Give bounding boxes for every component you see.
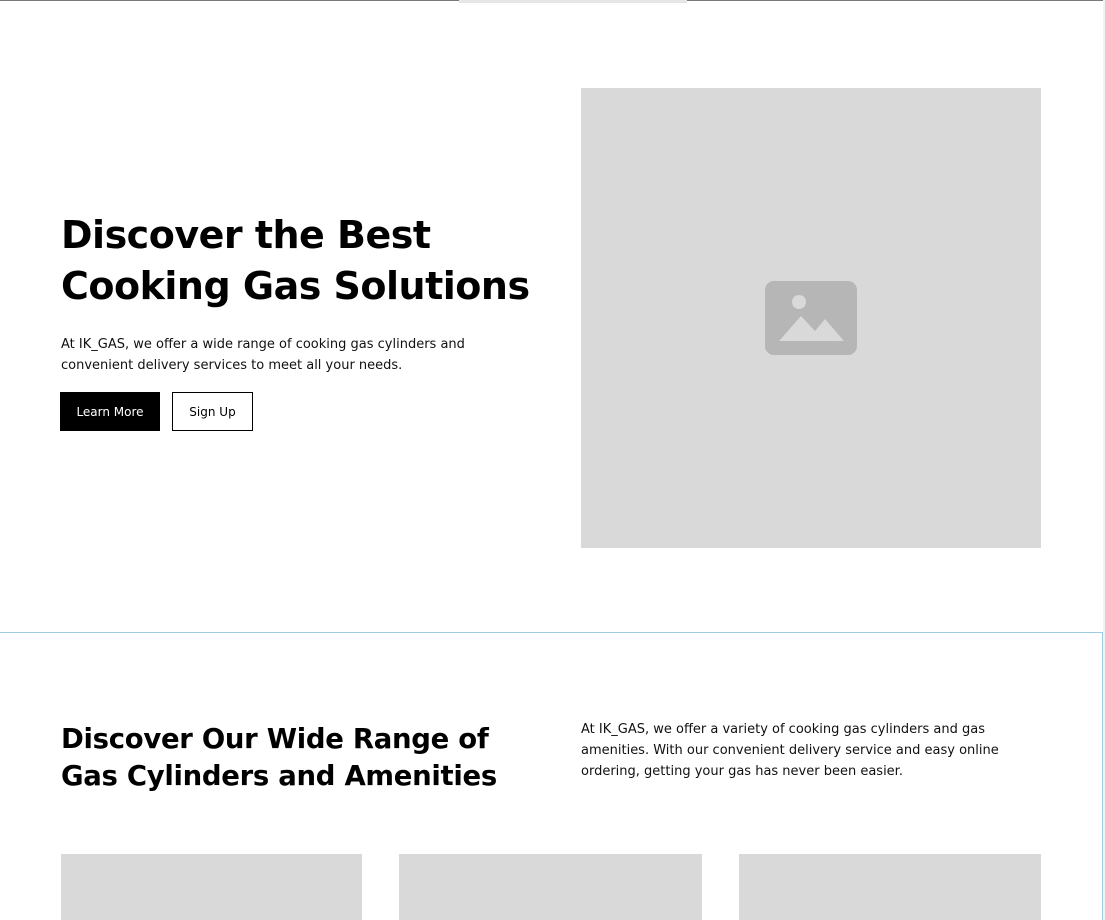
section-divider xyxy=(0,632,1103,633)
features-description: At IK_GAS, we offer a variety of cooking… xyxy=(581,722,999,779)
hero-text-block: Discover the Best Cooking Gas Solutions … xyxy=(61,210,541,376)
image-placeholder-icon xyxy=(765,281,857,355)
hero-section: Discover the Best Cooking Gas Solutions … xyxy=(0,0,1105,632)
feature-card-image-3 xyxy=(739,854,1041,920)
feature-card-image-2 xyxy=(399,854,702,920)
hero-title: Discover the Best Cooking Gas Solutions xyxy=(61,213,530,308)
features-title: Discover Our Wide Range of Gas Cylinders… xyxy=(61,723,497,792)
hero-button-row: Learn More Sign Up xyxy=(60,392,253,431)
sign-up-button[interactable]: Sign Up xyxy=(172,392,253,431)
hero-image-placeholder xyxy=(581,88,1041,548)
hero-description: At IK_GAS, we offer a wide range of cook… xyxy=(61,337,465,373)
feature-card-image-1 xyxy=(61,854,362,920)
learn-more-button[interactable]: Learn More xyxy=(60,392,160,431)
